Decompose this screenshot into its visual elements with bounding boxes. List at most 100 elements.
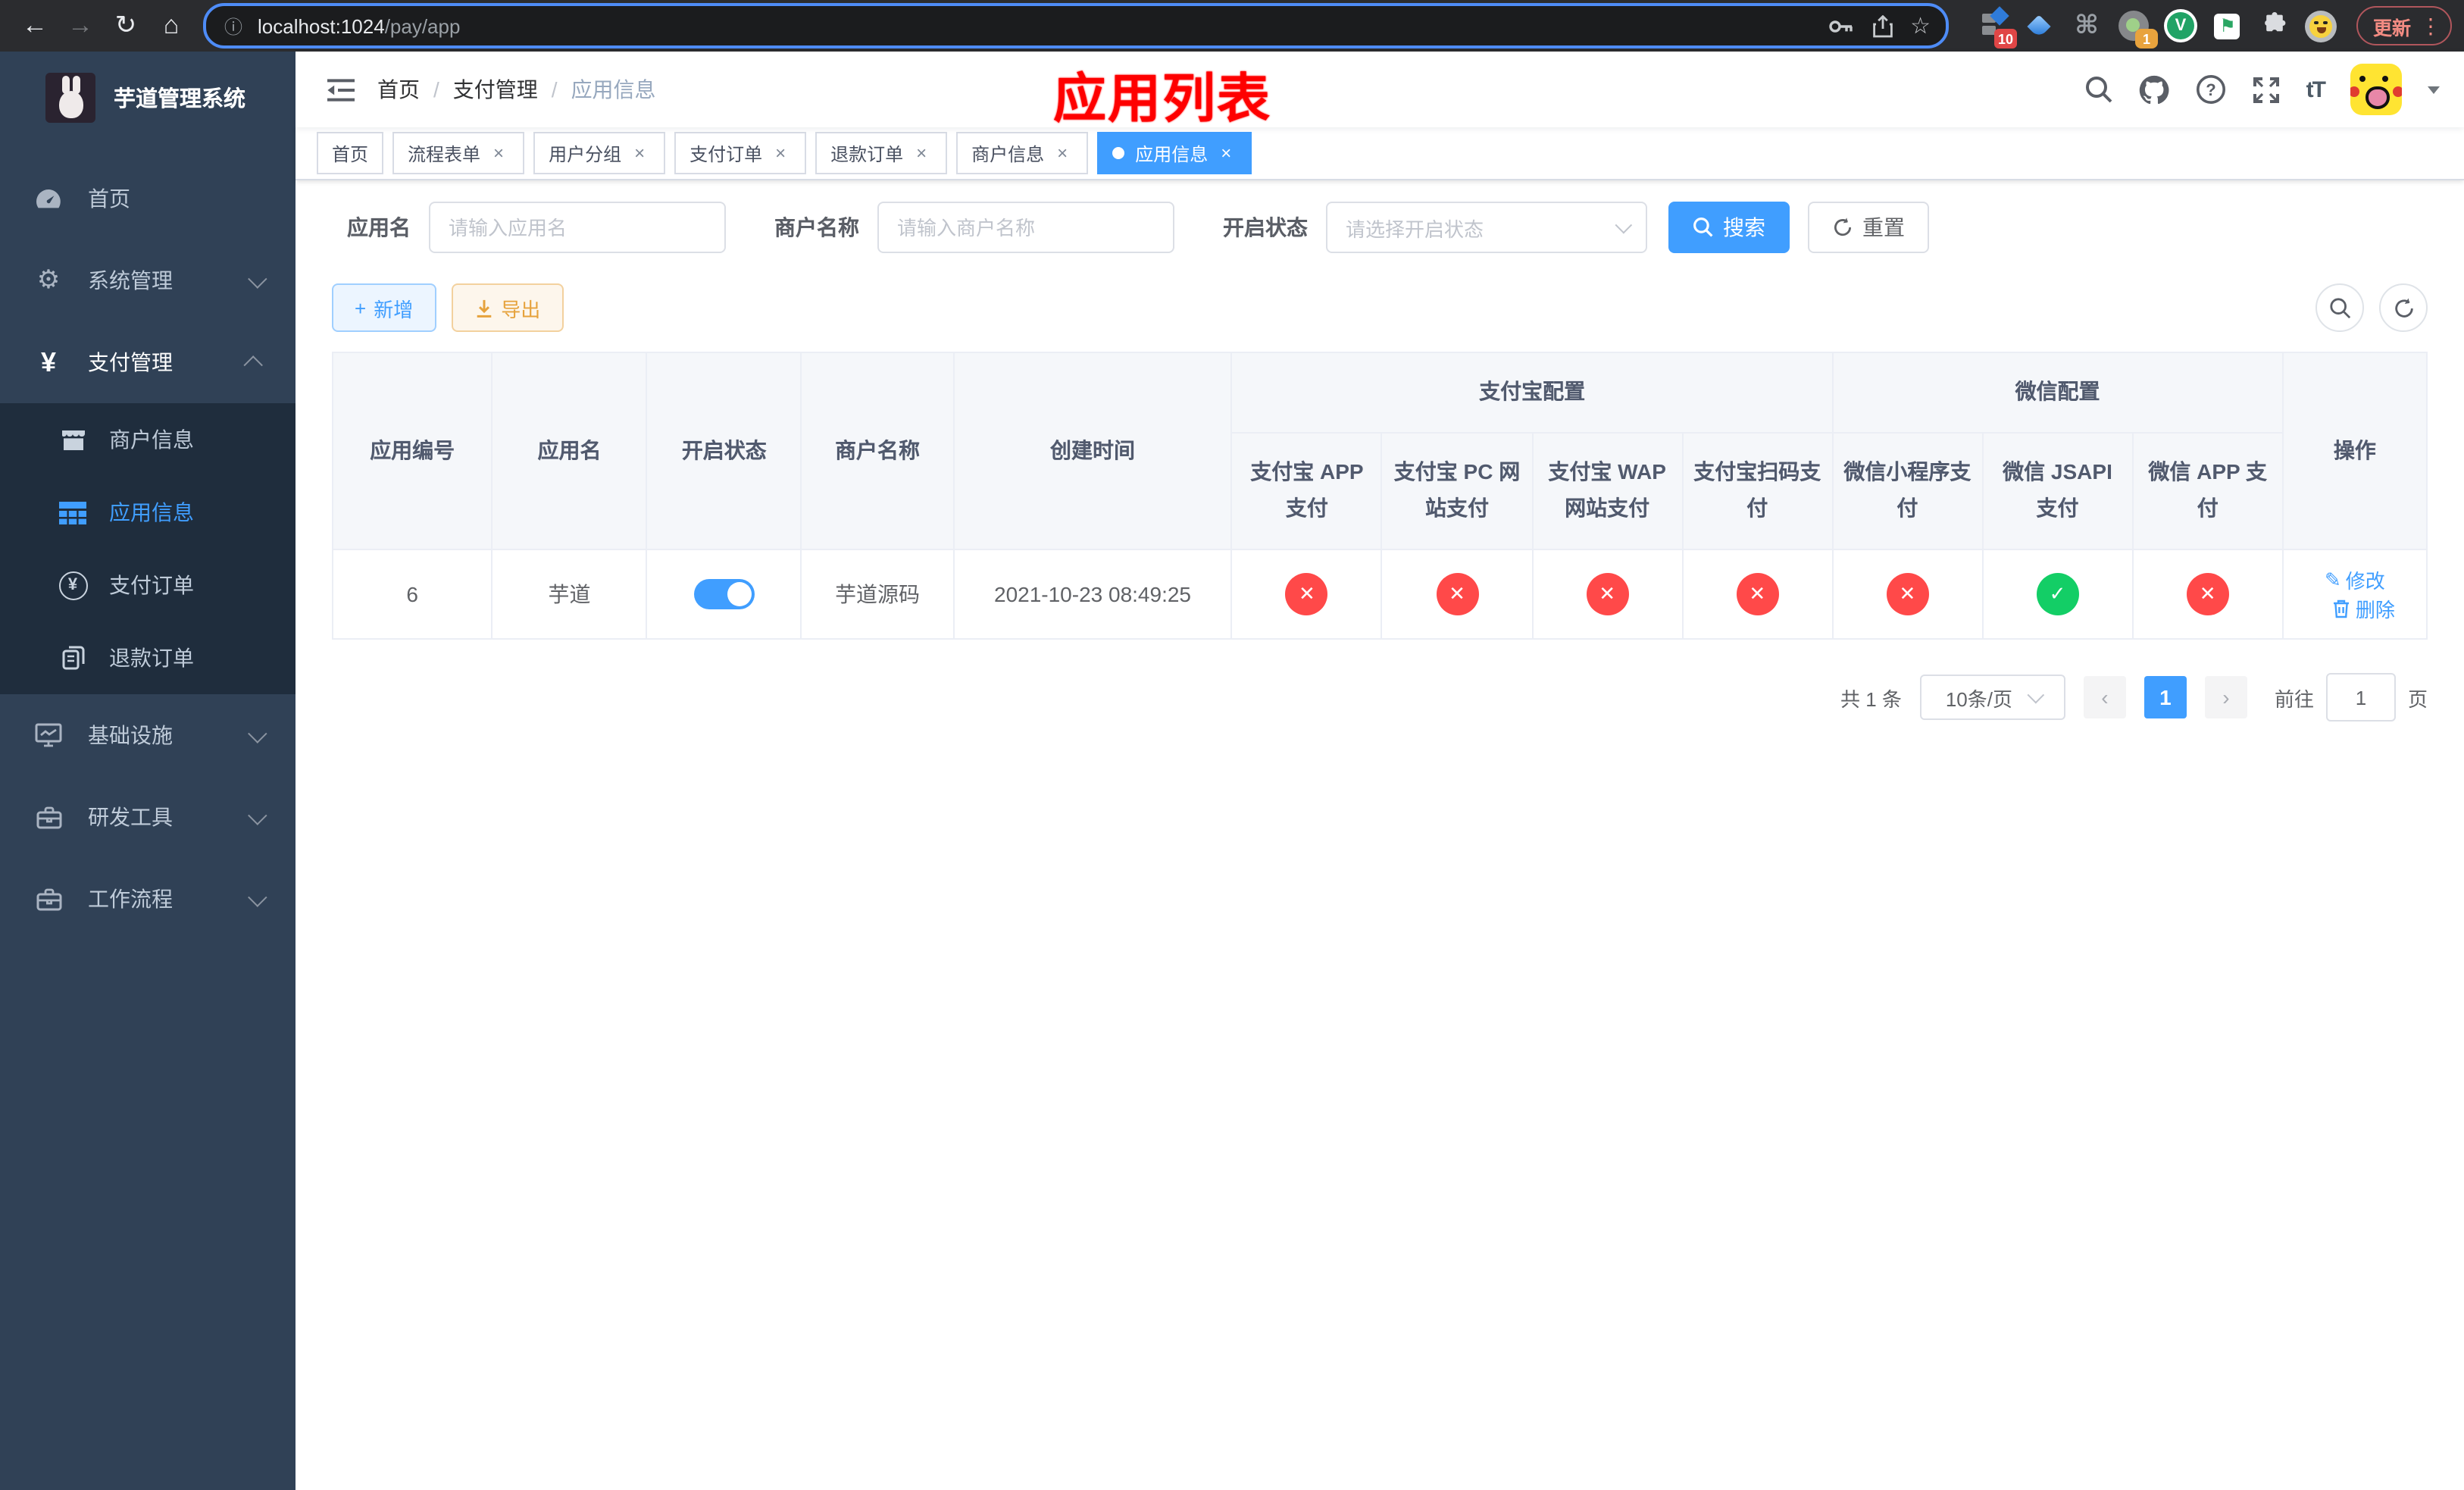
merchant-name-input[interactable] [877,202,1174,253]
browser-back-button[interactable]: ← [15,6,55,45]
user-avatar[interactable] [2350,64,2402,115]
monitor-chart-icon [30,723,67,747]
alipay-pc-status-icon: ✕ [1436,573,1479,615]
toolbox-icon [30,887,67,910]
url-path: /pay/app [384,14,461,37]
extension-kite-icon[interactable] [2023,9,2056,42]
address-bar[interactable]: ⓘ localhost:1024/pay/app ☆ [203,3,1949,49]
header-search-icon[interactable] [2085,76,2112,103]
extension-panel-icon[interactable]: 10 [1976,6,2017,49]
status-toggle[interactable] [693,579,755,609]
page-size-select[interactable]: 10条/页 [1919,675,2065,720]
bookmark-star-icon[interactable]: ☆ [1910,12,1931,39]
toggle-search-button[interactable] [2315,283,2364,332]
sidebar-item-label: 退款订单 [109,646,194,670]
help-icon[interactable]: ? [2196,74,2226,105]
browser-toolbar: ← → ↻ ⌂ ⓘ localhost:1024/pay/app ☆ 10 ⌘ … [0,0,2464,52]
breadcrumb-current: 应用信息 [571,77,656,102]
cell-created: 2021-10-23 08:49:25 [952,549,1233,640]
password-key-icon[interactable] [1828,17,1854,34]
status-select-placeholder: 请选择开启状态 [1346,218,1484,240]
goto-suffix: 页 [2407,687,2428,710]
close-icon[interactable]: × [911,142,932,164]
sidebar-item-app-info[interactable]: 应用信息 [0,476,295,549]
tag-tab-bar: 首页 流程表单 × 用户分组 × 支付订单 × 退款订单 × 商户信息 × 应用信息 × [295,127,2464,180]
goto-page-input[interactable] [2325,673,2396,722]
sidebar-item-home[interactable]: 首页 [0,158,295,239]
sidebar-item-workflow[interactable]: 工作流程 [0,858,295,940]
tab-home[interactable]: 首页 [317,132,384,174]
alipay-wap-status-icon: ✕ [1586,573,1629,615]
chevron-down-icon [248,805,267,825]
sidebar-item-merchant-info[interactable]: 商户信息 [0,403,295,476]
cell-merchant: 芋道源码 [800,549,955,640]
tab-merchant-info[interactable]: 商户信息 × [956,132,1089,174]
font-size-icon[interactable]: tT [2306,77,2326,102]
extension-badge-2: 1 [2134,29,2158,49]
tab-pay-orders[interactable]: 支付订单 × [674,132,807,174]
browser-menu-icon[interactable]: ⋮ [2420,13,2441,39]
tab-refund-orders[interactable]: 退款订单 × [815,132,948,174]
chrome-update-button[interactable]: 更新 ⋮ [2356,6,2452,45]
export-button[interactable]: 导出 [451,283,564,332]
sidebar-item-label: 支付订单 [109,573,194,597]
status-select[interactable]: 请选择开启状态 [1326,202,1647,253]
chevron-down-icon [248,887,267,906]
close-icon[interactable]: × [629,142,650,164]
browser-reload-button[interactable]: ↻ [106,6,145,45]
sidebar-item-system[interactable]: ⚙ 系统管理 [0,239,295,321]
extension-command-icon[interactable]: ⌘ [2070,9,2103,42]
close-icon[interactable]: × [1052,142,1073,164]
avatar-caret-icon[interactable] [2428,86,2440,93]
fullscreen-icon[interactable] [2252,75,2281,104]
sidebar: 芋道管理系统 首页 ⚙ 系统管理 ¥ 支付管理 商户信息 应用信息 ¥ 支付订单… [0,52,295,1490]
col-alipay-app: 支付宝 APP 支付 [1230,432,1383,550]
page-1-button[interactable]: 1 [2143,676,2187,718]
close-icon[interactable]: × [770,142,791,164]
sidebar-item-dev-tools[interactable]: 研发工具 [0,776,295,858]
reset-button[interactable]: 重置 [1808,202,1929,253]
sidebar-item-pay-orders[interactable]: ¥ 支付订单 [0,549,295,621]
extension-circle-icon[interactable]: 1 [2117,9,2158,49]
next-page-button[interactable]: › [2204,676,2247,718]
close-icon[interactable]: × [1215,142,1237,164]
svg-text:?: ? [2206,80,2215,99]
app-name-input[interactable] [429,202,726,253]
wechat-jsapi-status-icon: ✓ [2036,573,2079,615]
extension-vue-icon[interactable]: V [2163,9,2197,42]
plus-icon: + [355,296,367,319]
yen-circle-icon: ¥ [55,571,91,599]
profile-avatar-icon[interactable] [2305,9,2338,42]
col-alipay-pc: 支付宝 PC 网站支付 [1381,432,1534,550]
browser-forward-button[interactable]: → [61,6,100,45]
top-navbar: 首页 / 支付管理 / 应用信息 应用列表 ? tT [295,52,2464,129]
breadcrumb-payment[interactable]: 支付管理 [453,74,538,105]
share-icon[interactable] [1872,14,1892,37]
app-table: 应用编号 应用名 开启状态 商户名称 创建时间 支付宝配置 微信配置 操作 支付… [331,352,2428,640]
sidebar-logo[interactable]: 芋道管理系统 [0,52,295,142]
prev-page-button[interactable]: ‹ [2083,676,2126,718]
tab-process-form[interactable]: 流程表单 × [392,132,525,174]
sidebar-item-infrastructure[interactable]: 基础设施 [0,694,295,776]
sidebar-item-label: 支付管理 [88,350,173,374]
sidebar-item-payment[interactable]: ¥ 支付管理 [0,321,295,403]
close-icon[interactable]: × [488,142,509,164]
sidebar-item-refund-orders[interactable]: 退款订单 [0,621,295,694]
logo-image [45,72,95,122]
browser-home-button[interactable]: ⌂ [152,6,191,45]
tab-user-group[interactable]: 用户分组 × [533,132,666,174]
site-info-icon[interactable]: ⓘ [221,14,245,38]
edit-button[interactable]: ✎ 修改 [2325,565,2385,594]
github-icon[interactable] [2138,74,2170,105]
breadcrumb-home[interactable]: 首页 [377,74,420,105]
sidebar-collapse-icon[interactable] [326,77,356,102]
search-button[interactable]: 搜索 [1668,202,1790,253]
add-button[interactable]: + 新增 [332,283,436,332]
search-form: 应用名 商户名称 开启状态 请选择开启状态 搜索 [347,202,2428,253]
tab-app-info[interactable]: 应用信息 × [1097,132,1252,174]
dashboard-icon [30,187,67,210]
delete-button[interactable]: 删除 [2333,594,2395,623]
extensions-menu-icon[interactable] [2258,9,2291,42]
refresh-button[interactable] [2379,283,2428,332]
extension-flag-icon[interactable]: ⚑ [2211,9,2244,42]
